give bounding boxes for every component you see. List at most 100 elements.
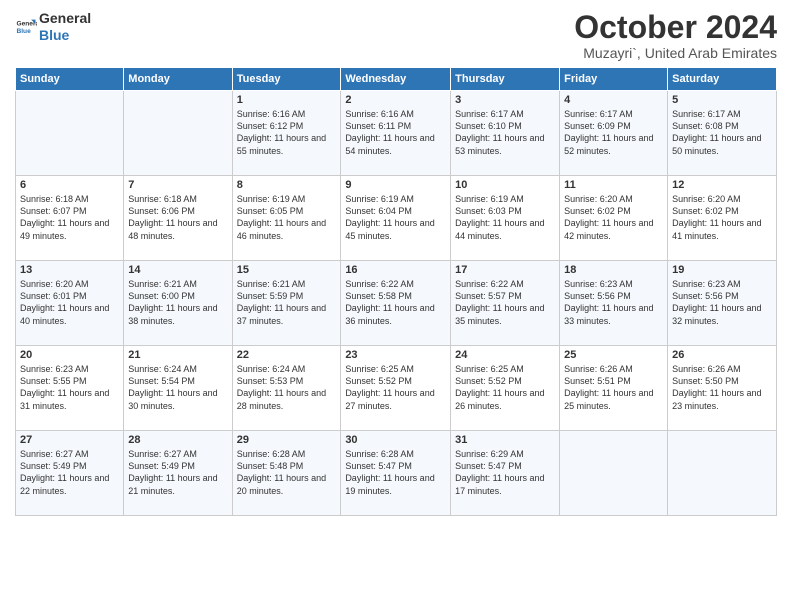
day-cell	[124, 91, 232, 176]
day-cell: 6Sunrise: 6:18 AM Sunset: 6:07 PM Daylig…	[16, 176, 124, 261]
day-number: 9	[345, 179, 446, 191]
day-number: 2	[345, 94, 446, 106]
day-info: Sunrise: 6:17 AM Sunset: 6:10 PM Dayligh…	[455, 108, 555, 157]
day-number: 1	[237, 94, 337, 106]
day-cell: 27 Sunrise: 6:27 AM Sunset: 5:49 PM Dayli…	[16, 431, 124, 516]
day-number: 15	[237, 264, 337, 276]
day-number: 17	[455, 264, 555, 276]
day-cell: 20Sunrise: 6:23 AM Sunset: 5:55 PM Dayli…	[16, 346, 124, 431]
day-cell: 18 Sunrise: 6:23 AM Sunset: 5:56 PM Dayli…	[560, 261, 668, 346]
subtitle: Muzayri`, United Arab Emirates	[574, 45, 777, 61]
day-number: 21	[128, 349, 227, 361]
day-number: 16	[345, 264, 446, 276]
day-cell: 5 Sunrise: 6:17 AM Sunset: 6:08 PM Daylig…	[668, 91, 777, 176]
day-number: 20	[20, 349, 119, 361]
day-number: 30	[345, 434, 446, 446]
calendar-table: SundayMondayTuesdayWednesdayThursdayFrid…	[15, 67, 777, 516]
week-row-4: 20Sunrise: 6:23 AM Sunset: 5:55 PM Dayli…	[16, 346, 777, 431]
header-cell-sunday: Sunday	[16, 68, 124, 91]
day-cell	[16, 91, 124, 176]
day-cell: 26 Sunrise: 6:26 AM Sunset: 5:50 PM Dayli…	[668, 346, 777, 431]
header-cell-wednesday: Wednesday	[341, 68, 451, 91]
day-cell: 17 Sunrise: 6:22 AM Sunset: 5:57 PM Dayli…	[451, 261, 560, 346]
day-cell: 25Sunrise: 6:26 AM Sunset: 5:51 PM Dayli…	[560, 346, 668, 431]
day-number: 31	[455, 434, 555, 446]
day-info: Sunrise: 6:23 AM Sunset: 5:56 PM Dayligh…	[564, 278, 663, 327]
logo-text: General Blue	[39, 10, 91, 44]
day-number: 7	[128, 179, 227, 191]
day-cell: 21 Sunrise: 6:24 AM Sunset: 5:54 PM Dayli…	[124, 346, 232, 431]
day-info: Sunrise: 6:17 AM Sunset: 6:08 PM Dayligh…	[672, 108, 772, 157]
title-block: October 2024 Muzayri`, United Arab Emira…	[574, 10, 777, 61]
day-info: Sunrise: 6:28 AM Sunset: 5:48 PM Dayligh…	[237, 448, 337, 497]
day-number: 25	[564, 349, 663, 361]
day-info: Sunrise: 6:19 AM Sunset: 6:05 PM Dayligh…	[237, 193, 337, 242]
logo: General Blue General Blue	[15, 10, 91, 44]
svg-text:Blue: Blue	[16, 28, 31, 35]
day-info: Sunrise: 6:27 AM Sunset: 5:49 PM Dayligh…	[20, 448, 119, 497]
week-row-5: 27 Sunrise: 6:27 AM Sunset: 5:49 PM Dayli…	[16, 431, 777, 516]
header-cell-tuesday: Tuesday	[232, 68, 341, 91]
day-cell: 19 Sunrise: 6:23 AM Sunset: 5:56 PM Dayli…	[668, 261, 777, 346]
day-number: 12	[672, 179, 772, 191]
header-cell-saturday: Saturday	[668, 68, 777, 91]
day-number: 14	[128, 264, 227, 276]
day-cell: 1Sunrise: 6:16 AM Sunset: 6:12 PM Daylig…	[232, 91, 341, 176]
day-cell: 10Sunrise: 6:19 AM Sunset: 6:03 PM Dayli…	[451, 176, 560, 261]
day-cell: 22Sunrise: 6:24 AM Sunset: 5:53 PM Dayli…	[232, 346, 341, 431]
day-cell: 3 Sunrise: 6:17 AM Sunset: 6:10 PM Daylig…	[451, 91, 560, 176]
day-number: 11	[564, 179, 663, 191]
day-info: Sunrise: 6:26 AM Sunset: 5:50 PM Dayligh…	[672, 363, 772, 412]
day-cell: 23 Sunrise: 6:25 AM Sunset: 5:52 PM Dayli…	[341, 346, 451, 431]
header-cell-thursday: Thursday	[451, 68, 560, 91]
day-number: 18	[564, 264, 663, 276]
day-info: Sunrise: 6:17 AM Sunset: 6:09 PM Dayligh…	[564, 108, 663, 157]
day-info: Sunrise: 6:21 AM Sunset: 6:00 PM Dayligh…	[128, 278, 227, 327]
day-cell: 13Sunrise: 6:20 AM Sunset: 6:01 PM Dayli…	[16, 261, 124, 346]
week-row-3: 13Sunrise: 6:20 AM Sunset: 6:01 PM Dayli…	[16, 261, 777, 346]
day-info: Sunrise: 6:21 AM Sunset: 5:59 PM Dayligh…	[237, 278, 337, 327]
day-info: Sunrise: 6:25 AM Sunset: 5:52 PM Dayligh…	[345, 363, 446, 412]
header-row: SundayMondayTuesdayWednesdayThursdayFrid…	[16, 68, 777, 91]
day-info: Sunrise: 6:28 AM Sunset: 5:47 PM Dayligh…	[345, 448, 446, 497]
day-number: 19	[672, 264, 772, 276]
day-cell: 14 Sunrise: 6:21 AM Sunset: 6:00 PM Dayli…	[124, 261, 232, 346]
day-info: Sunrise: 6:22 AM Sunset: 5:57 PM Dayligh…	[455, 278, 555, 327]
day-cell: 11 Sunrise: 6:20 AM Sunset: 6:02 PM Dayli…	[560, 176, 668, 261]
day-info: Sunrise: 6:20 AM Sunset: 6:01 PM Dayligh…	[20, 278, 119, 327]
header-cell-friday: Friday	[560, 68, 668, 91]
day-info: Sunrise: 6:25 AM Sunset: 5:52 PM Dayligh…	[455, 363, 555, 412]
day-number: 24	[455, 349, 555, 361]
header: General Blue General Blue October 2024 M…	[15, 10, 777, 61]
page: General Blue General Blue October 2024 M…	[0, 0, 792, 612]
day-info: Sunrise: 6:24 AM Sunset: 5:54 PM Dayligh…	[128, 363, 227, 412]
day-number: 26	[672, 349, 772, 361]
day-number: 3	[455, 94, 555, 106]
day-cell	[668, 431, 777, 516]
day-cell: 24 Sunrise: 6:25 AM Sunset: 5:52 PM Dayli…	[451, 346, 560, 431]
day-number: 28	[128, 434, 227, 446]
day-info: Sunrise: 6:22 AM Sunset: 5:58 PM Dayligh…	[345, 278, 446, 327]
day-info: Sunrise: 6:18 AM Sunset: 6:07 PM Dayligh…	[20, 193, 119, 242]
day-number: 4	[564, 94, 663, 106]
day-info: Sunrise: 6:20 AM Sunset: 6:02 PM Dayligh…	[672, 193, 772, 242]
day-number: 8	[237, 179, 337, 191]
day-info: Sunrise: 6:19 AM Sunset: 6:04 PM Dayligh…	[345, 193, 446, 242]
day-number: 5	[672, 94, 772, 106]
day-info: Sunrise: 6:19 AM Sunset: 6:03 PM Dayligh…	[455, 193, 555, 242]
day-info: Sunrise: 6:20 AM Sunset: 6:02 PM Dayligh…	[564, 193, 663, 242]
day-info: Sunrise: 6:23 AM Sunset: 5:56 PM Dayligh…	[672, 278, 772, 327]
day-cell	[560, 431, 668, 516]
day-number: 23	[345, 349, 446, 361]
day-info: Sunrise: 6:29 AM Sunset: 5:47 PM Dayligh…	[455, 448, 555, 497]
day-cell: 15 Sunrise: 6:21 AM Sunset: 5:59 PM Dayli…	[232, 261, 341, 346]
main-title: October 2024	[574, 10, 777, 45]
day-cell: 2 Sunrise: 6:16 AM Sunset: 6:11 PM Daylig…	[341, 91, 451, 176]
day-cell: 7Sunrise: 6:18 AM Sunset: 6:06 PM Daylig…	[124, 176, 232, 261]
day-cell: 30 Sunrise: 6:28 AM Sunset: 5:47 PM Dayli…	[341, 431, 451, 516]
day-cell: 4 Sunrise: 6:17 AM Sunset: 6:09 PM Daylig…	[560, 91, 668, 176]
day-cell: 12 Sunrise: 6:20 AM Sunset: 6:02 PM Dayli…	[668, 176, 777, 261]
day-cell: 9 Sunrise: 6:19 AM Sunset: 6:04 PM Daylig…	[341, 176, 451, 261]
day-number: 27	[20, 434, 119, 446]
day-info: Sunrise: 6:16 AM Sunset: 6:11 PM Dayligh…	[345, 108, 446, 157]
